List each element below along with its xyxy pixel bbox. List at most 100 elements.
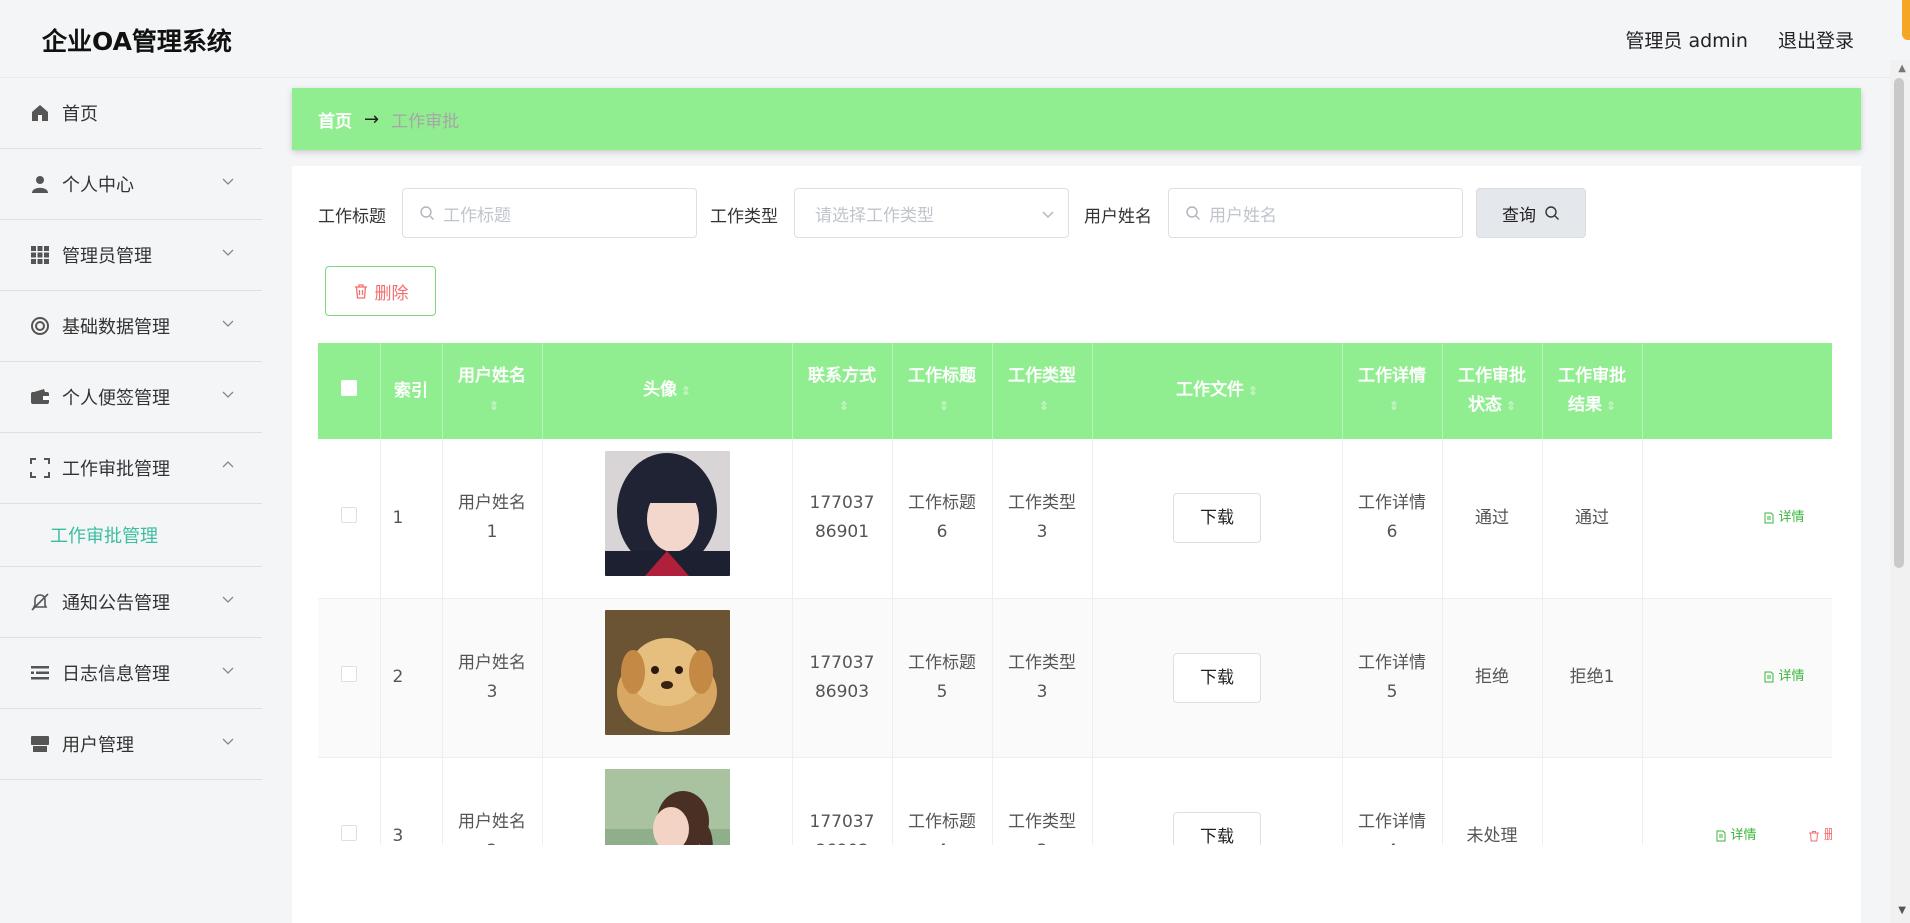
sidebar-item-notes[interactable]: 个人便签管理 xyxy=(0,362,262,433)
type-cell: 工作类型3 xyxy=(992,598,1093,758)
sidebar-item-admin-management[interactable]: 管理员管理 xyxy=(0,220,262,291)
col-type-header[interactable]: 工作类型 ⇕ xyxy=(992,343,1093,439)
result-cell: 拒绝1 xyxy=(1542,598,1643,758)
sidebar-item-basic-data[interactable]: 基础数据管理 xyxy=(0,291,262,362)
row-checkbox-cell xyxy=(318,439,381,599)
chevron-down-icon xyxy=(222,667,234,674)
title-cell: 工作标题4 xyxy=(892,757,993,846)
avatar[interactable] xyxy=(604,450,730,576)
index-cell: 3 xyxy=(380,757,443,845)
contact-cell: 17703786901 xyxy=(792,439,893,599)
title-value: 工作标题4 xyxy=(908,811,976,846)
col-username-header[interactable]: 用户姓名 ⇕ xyxy=(442,343,543,439)
row-checkbox[interactable] xyxy=(340,825,357,841)
delete-button-label: 删除 xyxy=(374,283,409,304)
type-select[interactable]: 请选择工作类型 xyxy=(794,188,1069,238)
breadcrumb: 首页 → 工作审批 xyxy=(292,88,1861,150)
file-cell: 下载 xyxy=(1092,598,1343,758)
username-cell: 用户姓名1 xyxy=(442,439,543,599)
detail-cell: 工作详情4 xyxy=(1342,757,1443,845)
sidebar-item-label: 工作审批管理 xyxy=(62,459,170,480)
ops-cell: 详情 xyxy=(1642,439,1832,599)
title-search-input[interactable]: 工作标题 xyxy=(402,188,697,238)
sort-icon[interactable]: ⇕ xyxy=(1506,399,1516,413)
breadcrumb-home[interactable]: 首页 xyxy=(318,107,352,132)
username-search-placeholder: 用户姓名 xyxy=(1209,205,1277,226)
app-title: 企业OA管理系统 xyxy=(42,27,232,56)
title-cell: 工作标题5 xyxy=(892,598,993,758)
col-detail-header[interactable]: 工作详情 ⇕ xyxy=(1342,343,1443,439)
col-avatar-header[interactable]: 头像 ⇕ xyxy=(542,343,793,439)
avatar-girl-profile xyxy=(604,769,730,845)
chevron-down-icon xyxy=(222,391,234,398)
col-ops-header: 操作 xyxy=(1642,343,1832,439)
col-title-header[interactable]: 工作标题 ⇕ xyxy=(892,343,993,439)
detail-action-button[interactable]: 详情 xyxy=(1763,662,1805,691)
col-file-header[interactable]: 工作文件 ⇕ xyxy=(1092,343,1343,439)
detail-value: 工作详情5 xyxy=(1358,652,1426,702)
type-cell: 工作类型3 xyxy=(992,757,1093,846)
detail-action-button[interactable]: 详情 xyxy=(1715,821,1757,845)
sort-icon[interactable]: ⇕ xyxy=(1389,399,1399,413)
title-search-placeholder: 工作标题 xyxy=(443,205,511,226)
sidebar-item-users[interactable]: 用户管理 xyxy=(0,709,262,780)
type-value: 工作类型3 xyxy=(1008,811,1076,846)
avatar-puppy xyxy=(604,610,730,735)
delete-action-button[interactable]: 删 xyxy=(1808,821,1832,845)
sort-icon[interactable]: ⇕ xyxy=(939,399,949,413)
sidebar-item-label: 用户管理 xyxy=(62,735,134,756)
delete-button[interactable]: 删除 xyxy=(325,266,436,316)
row-checkbox[interactable] xyxy=(340,506,357,523)
row-checkbox[interactable] xyxy=(340,666,357,682)
page-scrollbar-thumb[interactable] xyxy=(1894,78,1904,568)
grid-icon xyxy=(30,245,50,265)
sidebar-item-label: 首页 xyxy=(62,104,98,125)
download-button[interactable]: 下载 xyxy=(1173,652,1261,703)
select-all-checkbox[interactable] xyxy=(340,379,357,396)
col-index-header: 索引 xyxy=(380,343,443,439)
breadcrumb-current: 工作审批 xyxy=(391,111,460,132)
col-detail-label: 工作详情 xyxy=(1358,365,1426,386)
document-icon xyxy=(1716,830,1725,842)
contact-value: 17703786902 xyxy=(809,811,875,846)
sidebar-item-notices[interactable]: 通知公告管理 xyxy=(0,567,262,638)
frame-icon xyxy=(30,458,50,478)
index-cell: 2 xyxy=(380,598,443,758)
sort-icon[interactable]: ⇕ xyxy=(489,399,499,413)
avatar[interactable] xyxy=(604,769,730,845)
search-icon xyxy=(420,206,434,220)
sort-icon[interactable]: ⇕ xyxy=(681,384,691,398)
detail-action-label: 详情 xyxy=(1778,510,1805,525)
avatar-cell xyxy=(542,598,793,758)
detail-cell: 工作详情5 xyxy=(1342,598,1443,758)
logout-button[interactable]: 退出登录 xyxy=(1778,26,1854,53)
scroll-up-icon[interactable]: ▲ xyxy=(1898,63,1906,74)
document-icon xyxy=(1764,512,1773,523)
sidebar-item-personal-center[interactable]: 个人中心 xyxy=(0,149,262,220)
sort-icon[interactable]: ⇕ xyxy=(839,399,849,413)
document-icon xyxy=(1764,671,1773,683)
sidebar-item-work-approval[interactable]: 工作审批管理 xyxy=(0,433,262,504)
sort-icon[interactable]: ⇕ xyxy=(1606,399,1616,413)
col-result-header[interactable]: 工作审批结果 ⇕ xyxy=(1542,343,1643,439)
sidebar-item-label: 管理员管理 xyxy=(62,246,152,267)
sidebar-item-logs[interactable]: 日志信息管理 xyxy=(0,638,262,709)
detail-action-button[interactable]: 详情 xyxy=(1763,503,1805,532)
username-value: 用户姓名2 xyxy=(458,811,526,846)
bell-off-icon xyxy=(30,592,50,612)
username-search-input[interactable]: 用户姓名 xyxy=(1168,188,1463,238)
col-status-header[interactable]: 工作审批状态 ⇕ xyxy=(1442,343,1543,439)
col-title-label: 工作标题 xyxy=(908,365,976,386)
download-button[interactable]: 下载 xyxy=(1173,493,1261,544)
sort-icon[interactable]: ⇕ xyxy=(1039,399,1049,413)
status-cell: 拒绝 xyxy=(1442,598,1543,758)
download-button[interactable]: 下载 xyxy=(1173,811,1261,845)
query-button[interactable]: 查询 xyxy=(1476,188,1586,238)
scroll-down-icon[interactable]: ▼ xyxy=(1898,905,1906,916)
sidebar-subitem-work-approval[interactable]: 工作审批管理 xyxy=(0,504,262,567)
col-contact-header[interactable]: 联系方式 ⇕ xyxy=(792,343,893,439)
contact-value: 17703786903 xyxy=(809,652,875,702)
sort-icon[interactable]: ⇕ xyxy=(1248,384,1258,398)
sidebar-item-home[interactable]: 首页 xyxy=(0,78,262,149)
avatar[interactable] xyxy=(604,610,730,735)
